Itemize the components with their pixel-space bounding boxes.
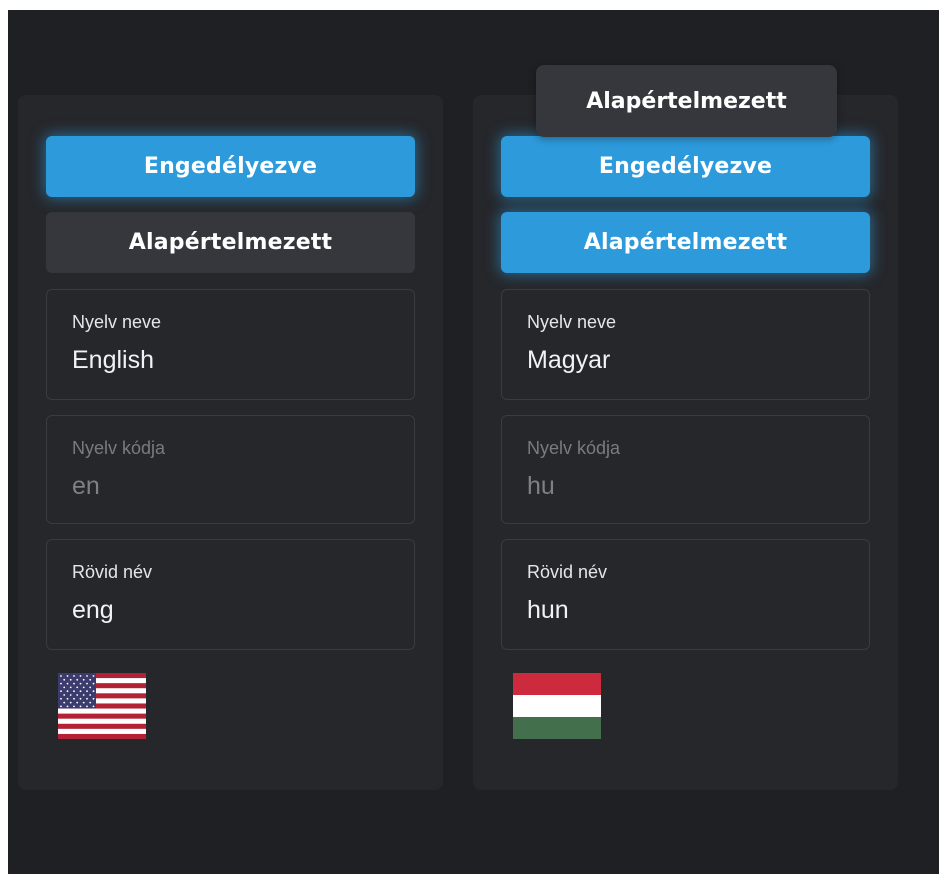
language-code-label: Nyelv kódja [527, 438, 621, 458]
default-toggle-button[interactable]: Alapértelmezett [46, 212, 415, 273]
language-name-field[interactable]: Nyelv neve [46, 289, 415, 400]
short-name-input[interactable] [72, 596, 392, 625]
language-code-label: Nyelv kódja [72, 438, 166, 458]
enabled-toggle-button[interactable]: Engedélyezve [501, 136, 870, 197]
language-card-english: Engedélyezve Alapértelmezett Nyelv neve … [18, 95, 443, 790]
language-code-input [72, 472, 392, 501]
language-code-input [527, 472, 847, 501]
app-background: Engedélyezve Alapértelmezett Nyelv neve … [8, 10, 939, 874]
language-code-field: Nyelv kódja [501, 415, 870, 524]
us-flag-icon [58, 673, 146, 739]
short-name-field[interactable]: Rövid név [501, 539, 870, 650]
language-name-field[interactable]: Nyelv neve [501, 289, 870, 400]
enabled-toggle-button[interactable]: Engedélyezve [46, 136, 415, 197]
language-card-magyar: Engedélyezve Alapértelmezett Nyelv neve … [473, 95, 898, 790]
language-name-input[interactable] [527, 346, 847, 375]
hu-flag-icon [513, 673, 601, 739]
language-name-label: Nyelv neve [527, 312, 617, 332]
short-name-field[interactable]: Rövid név [46, 539, 415, 650]
default-toggle-button[interactable]: Alapértelmezett [501, 212, 870, 273]
language-name-input[interactable] [72, 346, 392, 375]
language-name-label: Nyelv neve [72, 312, 162, 332]
short-name-input[interactable] [527, 596, 847, 625]
language-code-field: Nyelv kódja [46, 415, 415, 524]
short-name-label: Rövid név [72, 562, 153, 582]
default-tooltip: Alapértelmezett [536, 65, 837, 137]
short-name-label: Rövid név [527, 562, 608, 582]
